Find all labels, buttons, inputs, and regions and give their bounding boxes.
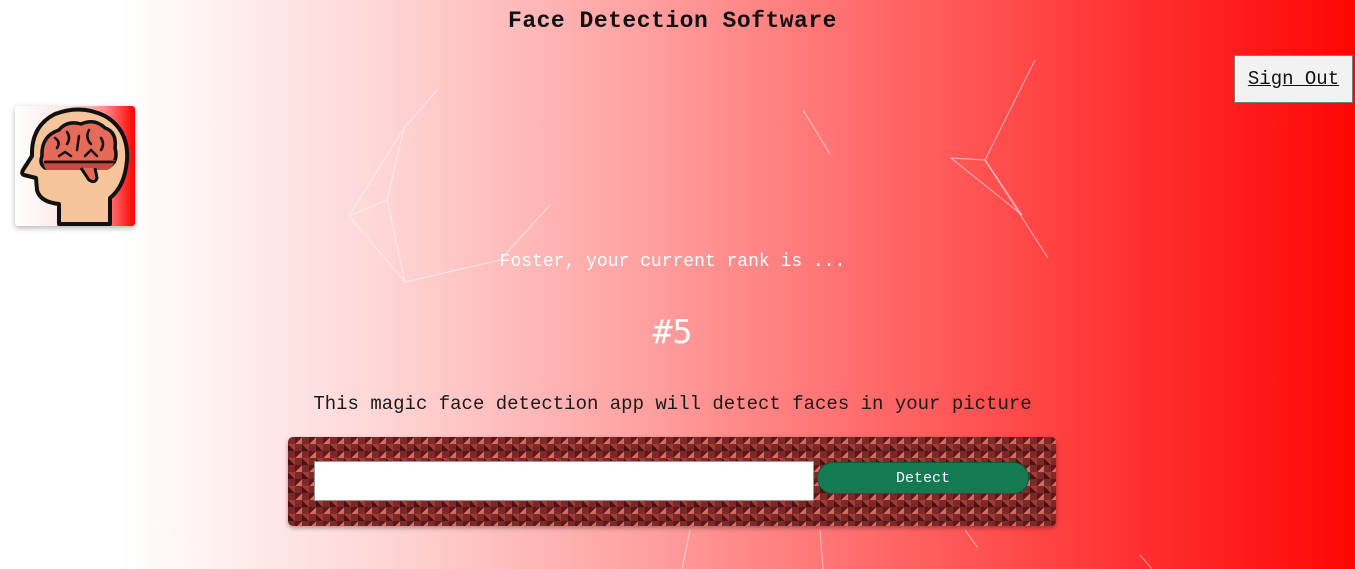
detect-button[interactable]: Detect [817,462,1029,494]
app-title: Face Detection Software [508,8,837,34]
rank-intro-text: Foster, your current rank is ... [499,252,846,272]
sign-out-button[interactable]: Sign Out [1234,55,1353,103]
rank-value: #5 [652,312,693,351]
logo [15,106,135,226]
image-url-form: Detect [288,437,1056,526]
brain-head-icon [20,107,130,226]
app-description: This magic face detection app will detec… [313,393,1032,415]
image-url-input[interactable] [314,461,814,501]
